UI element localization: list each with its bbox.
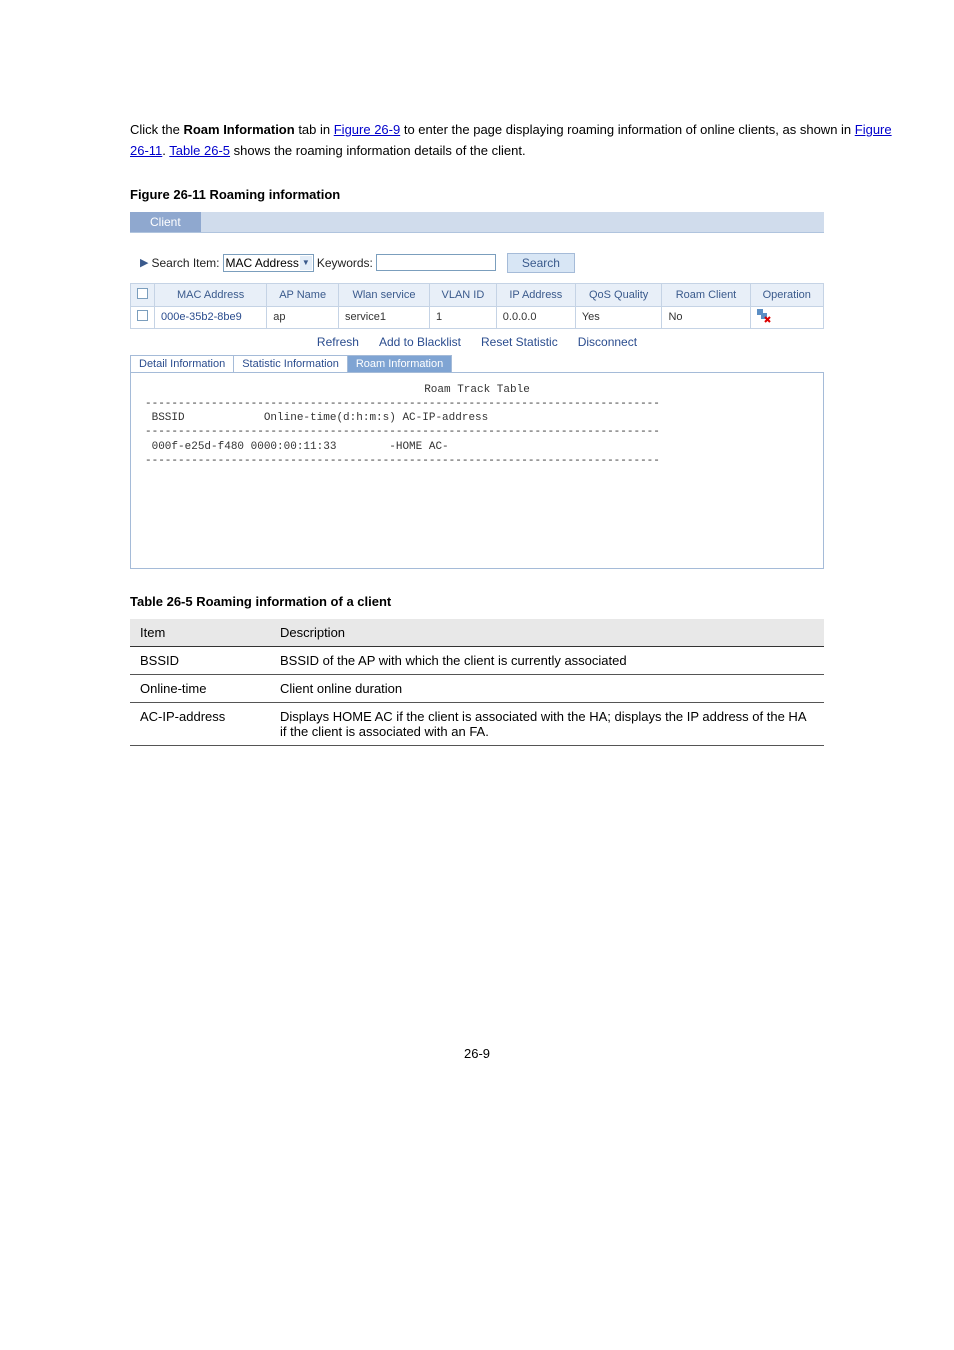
table-row: 000e-35b2-8be9 ap service1 1 0.0.0.0 Yes… <box>131 306 824 328</box>
add-blacklist-link[interactable]: Add to Blacklist <box>379 335 461 349</box>
tab-roam-info[interactable]: Roam Information <box>348 356 451 372</box>
instruction-paragraph: Click the Roam Information tab in Figure… <box>130 120 904 162</box>
col-mac: MAC Address <box>155 283 267 306</box>
cell-op <box>750 306 823 328</box>
inner-tab-bar: Detail Information Statistic Information… <box>130 355 452 372</box>
desc-row: AC-IP-address Displays HOME AC if the cl… <box>130 703 824 746</box>
desc-text: Displays HOME AC if the client is associ… <box>270 703 824 746</box>
col-ip: IP Address <box>496 283 575 306</box>
figure-caption: Figure 26-11 Roaming information <box>130 187 904 202</box>
screenshot-panel: Client ▶ Search Item: MAC Address ▼ Keyw… <box>130 212 824 570</box>
page-number: 26-9 <box>50 1046 904 1061</box>
tab-statistic-info[interactable]: Statistic Information <box>234 356 348 372</box>
client-table: MAC Address AP Name Wlan service VLAN ID… <box>130 283 824 329</box>
mac-link[interactable]: 000e-35b2-8be9 <box>161 311 242 323</box>
desc-header-item: Item <box>130 619 270 647</box>
refresh-link[interactable]: Refresh <box>317 335 359 349</box>
desc-text: Client online duration <box>270 675 824 703</box>
keywords-input[interactable] <box>376 254 496 271</box>
col-roam: Roam Client <box>662 283 750 306</box>
keywords-label: Keywords: <box>317 256 373 270</box>
cell-qos: Yes <box>575 306 662 328</box>
desc-text: BSSID of the AP with which the client is… <box>270 647 824 675</box>
col-qos: QoS Quality <box>575 283 662 306</box>
cell-wlan: service1 <box>338 306 429 328</box>
description-table: Item Description BSSID BSSID of the AP w… <box>130 619 824 746</box>
desc-row: BSSID BSSID of the AP with which the cli… <box>130 647 824 675</box>
disconnect-link[interactable]: Disconnect <box>578 335 637 349</box>
row-checkbox[interactable] <box>137 310 148 321</box>
cell-ap: ap <box>267 306 339 328</box>
search-item-select[interactable]: MAC Address ▼ <box>223 254 314 272</box>
search-button[interactable]: Search <box>507 253 575 273</box>
action-row: Refresh Add to Blacklist Reset Statistic… <box>130 329 824 355</box>
tab-client[interactable]: Client <box>130 212 201 232</box>
triangle-right-icon: ▶ <box>140 256 148 269</box>
tab-detail-info[interactable]: Detail Information <box>131 356 234 372</box>
disconnect-icon[interactable] <box>757 309 771 323</box>
header-checkbox[interactable] <box>137 288 148 299</box>
search-item-label: Search Item: <box>151 256 219 270</box>
header-checkbox-cell <box>131 283 155 306</box>
cell-roam: No <box>662 306 750 328</box>
cell-ip: 0.0.0.0 <box>496 306 575 328</box>
roam-track-panel: Roam Track Table------------------------… <box>130 372 824 570</box>
col-apname: AP Name <box>267 283 339 306</box>
desc-row: Online-time Client online duration <box>130 675 824 703</box>
chevron-down-icon: ▼ <box>300 256 312 270</box>
table-link-26-5[interactable]: Table 26-5 <box>169 143 230 158</box>
roam-title: Roam Track Table <box>145 383 809 397</box>
col-op: Operation <box>750 283 823 306</box>
desc-item: AC-IP-address <box>130 703 270 746</box>
desc-item: BSSID <box>130 647 270 675</box>
outer-tab-bar: Client <box>130 212 824 233</box>
figure-link-26-9[interactable]: Figure 26-9 <box>334 122 400 137</box>
desc-header-desc: Description <box>270 619 824 647</box>
cell-vlan: 1 <box>429 306 496 328</box>
reset-statistic-link[interactable]: Reset Statistic <box>481 335 558 349</box>
search-bar: ▶ Search Item: MAC Address ▼ Keywords: S… <box>130 233 824 283</box>
desc-item: Online-time <box>130 675 270 703</box>
col-vlan: VLAN ID <box>429 283 496 306</box>
table-caption: Table 26-5 Roaming information of a clie… <box>130 594 904 609</box>
col-wlan: Wlan service <box>338 283 429 306</box>
